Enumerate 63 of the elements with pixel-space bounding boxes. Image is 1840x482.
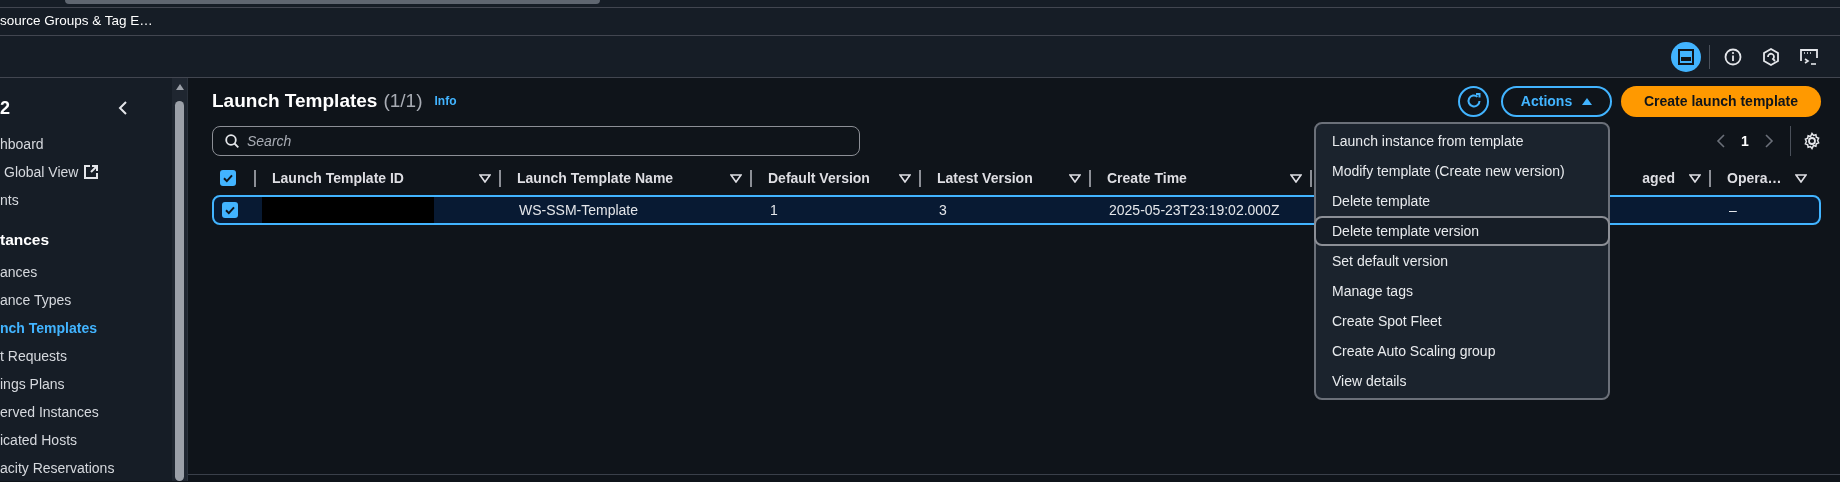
column-header[interactable]: aged	[1642, 167, 1675, 189]
page-title: Launch Templates	[212, 88, 378, 113]
breadcrumb-link[interactable]: source Groups & Tag E…	[0, 11, 153, 32]
menu-item[interactable]: Modify template (Create new version)	[1314, 156, 1610, 186]
table-cell-text: –	[1729, 200, 1737, 220]
panel-icon[interactable]	[1671, 41, 1701, 72]
menu-item[interactable]: Create Auto Scaling group	[1314, 336, 1610, 366]
scroll-thumb[interactable]	[65, 0, 600, 4]
refresh-button[interactable]	[1458, 85, 1489, 117]
sidebar-link[interactable]: nts	[0, 189, 19, 211]
previous-page-icon[interactable]	[1716, 134, 1726, 148]
search-icon	[225, 134, 239, 148]
scroll-thumb[interactable]	[175, 101, 184, 481]
column-header[interactable]: Latest Version	[937, 167, 1033, 189]
table-cell-text: 2025-05-23T23:19:02.000Z	[1109, 200, 1280, 220]
filter-icon[interactable]	[479, 173, 491, 183]
menu-item[interactable]: Manage tags	[1314, 276, 1610, 306]
create-button[interactable]: Create launch template	[1621, 85, 1821, 117]
table-cell-text: WS-SSM-Template	[519, 200, 639, 220]
sidebar-title: 2	[0, 96, 10, 120]
info-link[interactable]: Info	[434, 92, 457, 110]
filter-icon[interactable]	[730, 173, 742, 183]
external-link-icon	[84, 165, 99, 179]
sidebar-link[interactable]: erved Instances	[0, 401, 99, 423]
table-cell-text: 3	[939, 200, 947, 220]
filter-icon[interactable]	[1795, 173, 1807, 183]
search-box[interactable]: Search	[212, 126, 860, 156]
menu-item[interactable]: Delete template version	[1314, 216, 1610, 246]
menu-item[interactable]: Launch instance from template	[1314, 126, 1610, 156]
item-count: (1/1)	[383, 88, 423, 113]
column-header[interactable]: Default Version	[768, 167, 870, 189]
search-field[interactable]: Search	[247, 130, 827, 152]
collapse-icon[interactable]	[118, 100, 128, 116]
column-header[interactable]: Create Time	[1107, 167, 1187, 189]
next-page-icon[interactable]	[1764, 134, 1774, 148]
filter-icon[interactable]	[1689, 173, 1701, 183]
sidebar-link[interactable]: ance Types	[0, 289, 72, 311]
page-number[interactable]: 1	[1732, 130, 1758, 152]
sidebar-link[interactable]: Global View	[4, 161, 79, 183]
filter-icon[interactable]	[899, 173, 911, 183]
menu-item[interactable]: View details	[1314, 366, 1610, 396]
sidebar-link[interactable]: icated Hosts	[0, 429, 78, 451]
sidebar-heading: tances	[0, 230, 50, 251]
menu-item[interactable]: Set default version	[1314, 246, 1610, 276]
menu-item[interactable]: Create Spot Fleet	[1314, 306, 1610, 336]
column-header[interactable]: Opera…	[1727, 167, 1782, 189]
column-header[interactable]: Launch Template Name	[517, 167, 674, 189]
column-header[interactable]: Launch Template ID	[272, 167, 404, 189]
sidebar-link[interactable]: ings Plans	[0, 373, 65, 395]
filter-icon[interactable]	[1290, 173, 1302, 183]
sidebar-link[interactable]: hboard	[0, 133, 44, 155]
sidebar-link[interactable]: t Requests	[0, 345, 67, 367]
sidebar-link[interactable]: acity Reservations	[0, 457, 115, 479]
filter-icon[interactable]	[1069, 173, 1081, 183]
actions-button[interactable]: Actions	[1501, 85, 1612, 117]
table-cell-text: 1	[770, 200, 778, 220]
checkbox[interactable]	[220, 170, 236, 186]
sidebar-link[interactable]: ances	[0, 261, 38, 283]
sidebar-link[interactable]: nch Templates	[0, 317, 97, 339]
settings-icon[interactable]	[1803, 132, 1821, 150]
scroll-up-icon[interactable]	[175, 83, 185, 91]
checkbox[interactable]	[222, 202, 238, 218]
caret-icon	[1582, 97, 1593, 105]
